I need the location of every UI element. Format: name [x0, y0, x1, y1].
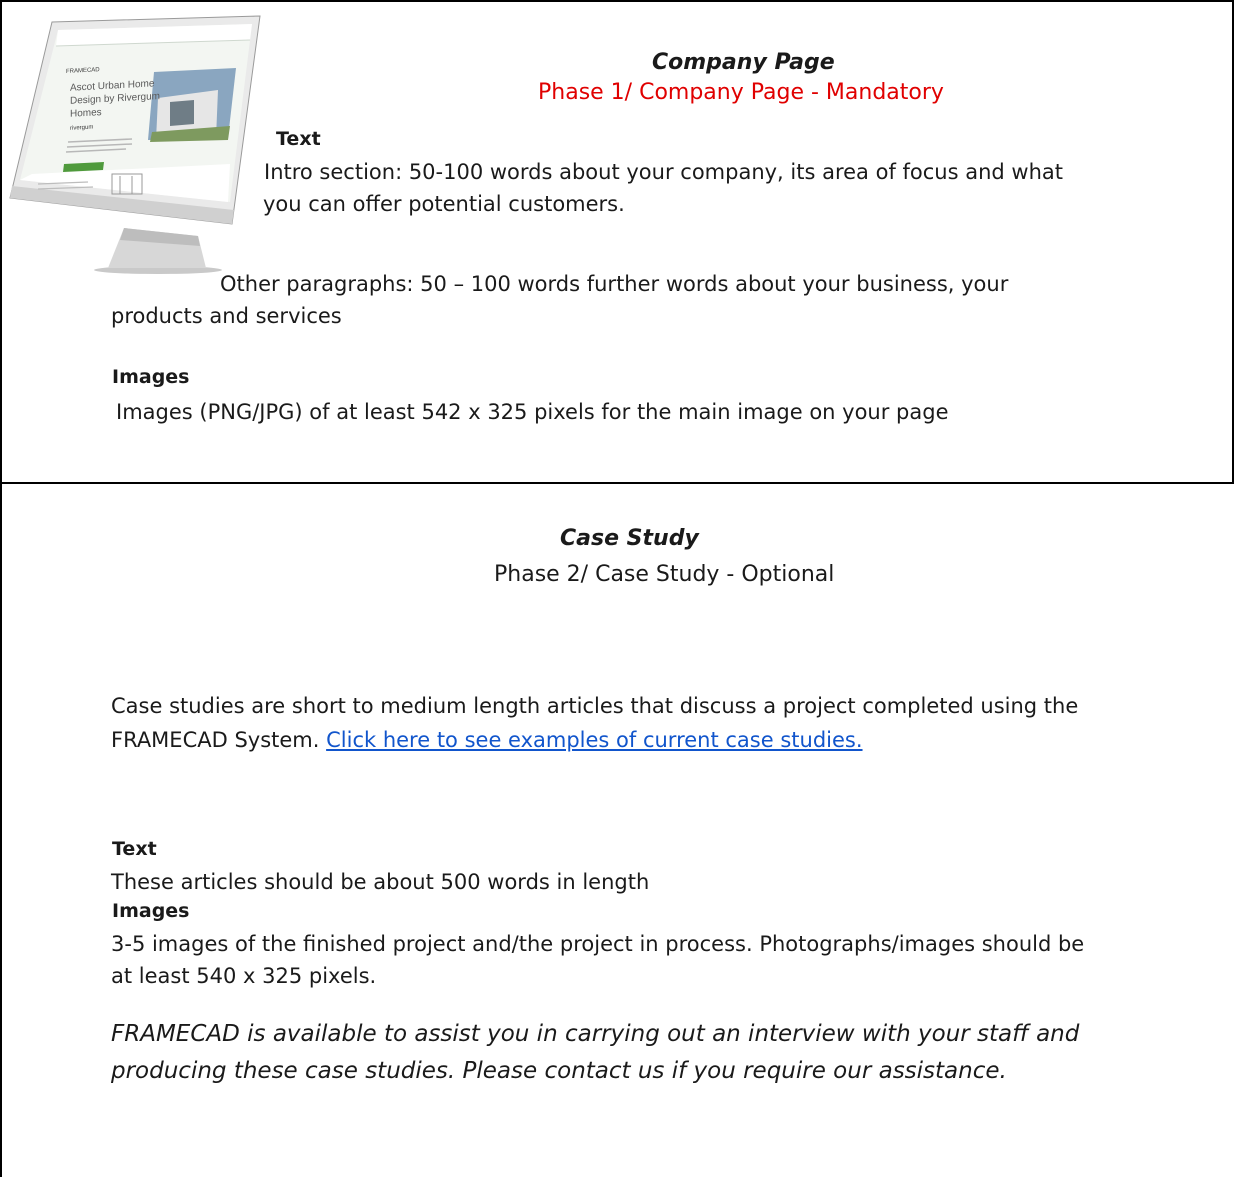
company-other-line-1: Other paragraphs: 50 – 100 words further…: [220, 272, 1009, 296]
company-text-heading: Text: [276, 128, 321, 150]
company-page-subtitle: Phase 1/ Company Page - Mandatory: [538, 80, 944, 105]
company-images-text: Images (PNG/JPG) of at least 542 x 325 p…: [116, 400, 949, 424]
case-study-desc-line-2: FRAMECAD System. Click here to see examp…: [111, 726, 863, 754]
case-study-desc-line-1: Case studies are short to medium length …: [111, 694, 1079, 718]
case-study-images-heading: Images: [112, 900, 190, 922]
case-study-images-line-1: 3-5 images of the finished project and/t…: [111, 932, 1085, 956]
case-study-desc-prefix: FRAMECAD System.: [111, 728, 327, 752]
monitor-brand: rivergum: [70, 125, 93, 132]
company-intro-line-1: Intro section: 50-100 words about your c…: [264, 160, 1063, 184]
case-study-title: Case Study: [560, 526, 699, 551]
table-left-border: [0, 0, 2, 1177]
monitor-headline-3: Homes: [70, 107, 102, 120]
company-other-line-2: products and services: [111, 304, 342, 328]
case-study-note-line-1: FRAMECAD is available to assist you in c…: [111, 1021, 1080, 1047]
document-page: FRAMECAD Ascot Urban Home Design by Rive…: [0, 0, 1234, 1177]
monitor-illustration: FRAMECAD Ascot Urban Home Design by Rive…: [9, 15, 261, 274]
company-images-heading: Images: [112, 366, 190, 388]
company-intro-line-2: you can offer potential customers.: [263, 192, 625, 216]
case-study-images-line-2: at least 540 x 325 pixels.: [111, 964, 377, 988]
case-study-text-heading: Text: [112, 838, 157, 860]
case-study-note-line-2: producing these case studies. Please con…: [111, 1058, 1007, 1084]
table-top-border: [0, 0, 1234, 2]
case-study-text-body: These articles should be about 500 words…: [111, 870, 650, 894]
case-studies-examples-link[interactable]: Click here to see examples of current ca…: [326, 728, 862, 752]
case-study-subtitle: Phase 2/ Case Study - Optional: [494, 562, 835, 587]
table-row-divider: [0, 482, 1234, 484]
company-page-title: Company Page: [652, 50, 835, 75]
